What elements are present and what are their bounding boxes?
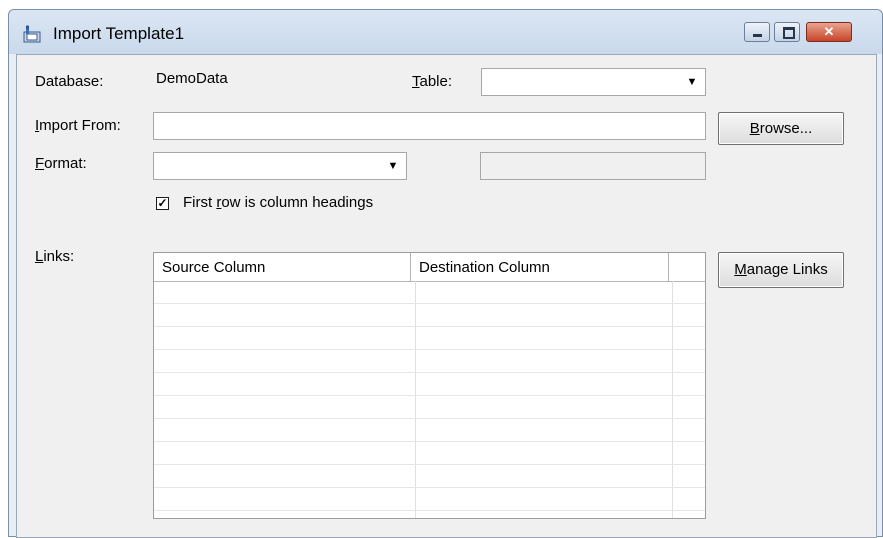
table-row[interactable] (154, 442, 705, 465)
maximize-icon (783, 27, 795, 39)
close-button[interactable]: ✕ (806, 22, 852, 42)
manage-links-accel: M (734, 261, 747, 278)
table-row[interactable] (154, 396, 705, 419)
table-label-rest: able: (419, 73, 453, 90)
close-icon: ✕ (823, 24, 835, 39)
first-row-rest: ow is column headings (221, 194, 374, 211)
dialog-body: Database: DemoData Table: ▼ Import From:… (16, 54, 877, 538)
database-label: Database: (35, 73, 104, 90)
table-row[interactable] (154, 281, 705, 304)
format-label-accel: F (35, 155, 45, 172)
column-header-destination[interactable]: Destination Column (411, 253, 669, 281)
links-label: Links: (35, 248, 74, 265)
links-grid-header: Source Column Destination Column (154, 253, 705, 282)
minimize-icon (753, 34, 762, 37)
manage-links-rest: anage Links (746, 261, 828, 278)
database-value: DemoData (153, 67, 402, 94)
import-from-label: Import From: (35, 117, 121, 134)
import-template-window: Import Template1 ✕ Database: DemoData Ta… (8, 9, 883, 538)
format-select[interactable]: ▼ (153, 152, 407, 180)
table-row[interactable] (154, 419, 705, 442)
table-row[interactable] (154, 304, 705, 327)
format-detail-field (480, 152, 706, 180)
minimize-button[interactable] (744, 22, 770, 42)
first-row-prefix: First (183, 194, 217, 211)
first-row-headings-label[interactable]: First row is column headings (183, 194, 373, 211)
maximize-button[interactable] (774, 22, 800, 42)
title-bar[interactable]: Import Template1 ✕ (9, 10, 882, 54)
browse-button[interactable]: Browse... (718, 112, 844, 145)
table-row[interactable] (154, 373, 705, 396)
links-label-rest: inks: (43, 248, 75, 265)
column-header-source[interactable]: Source Column (154, 253, 411, 281)
table-label: Table: (412, 73, 452, 90)
manage-links-button[interactable]: Manage Links (718, 252, 844, 288)
column-header-extra[interactable] (669, 253, 705, 281)
import-from-label-rest: mport From: (39, 117, 121, 134)
table-row[interactable] (154, 465, 705, 488)
chevron-down-icon[interactable]: ▼ (384, 156, 402, 176)
table-select[interactable]: ▼ (481, 68, 706, 96)
chevron-down-icon[interactable]: ▼ (683, 72, 701, 92)
table-row[interactable] (154, 350, 705, 373)
format-label-rest: ormat: (44, 155, 87, 172)
first-row-headings-checkbox[interactable]: ✓ (156, 197, 169, 210)
format-label: Format: (35, 155, 87, 172)
import-from-input[interactable] (153, 112, 706, 140)
browse-accel: B (749, 120, 760, 137)
table-label-accel: T (412, 73, 420, 90)
links-grid[interactable]: Source Column Destination Column (153, 252, 706, 519)
browse-rest: rowse... (759, 120, 813, 137)
import-template-icon (23, 25, 41, 43)
window-title: Import Template1 (53, 24, 185, 43)
table-row[interactable] (154, 327, 705, 350)
table-row[interactable] (154, 488, 705, 511)
